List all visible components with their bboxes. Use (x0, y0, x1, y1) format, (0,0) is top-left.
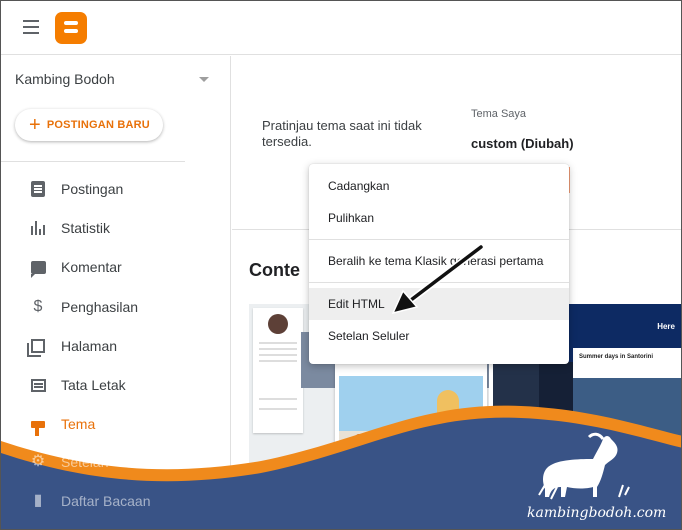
pages-icon (27, 337, 47, 357)
thumbnail-header-text: Here (657, 322, 675, 331)
sidebar-item-setelan[interactable]: ⚙ Setelan (29, 453, 229, 471)
my-theme-label: Tema Saya (471, 108, 527, 120)
sidebar-item-label: Halaman (61, 337, 118, 354)
blog-name: Kambing Bodoh (15, 71, 115, 87)
avatar (268, 314, 288, 334)
bookmark-icon: ▮ (33, 492, 43, 509)
blog-selector[interactable]: Kambing Bodoh (15, 71, 215, 91)
stats-icon (29, 219, 47, 237)
watermark-text: kambingbodoh.com (527, 505, 667, 521)
blogger-logo-icon[interactable] (55, 12, 87, 44)
preview-unavailable-message: Pratinjau tema saat ini tidak tersedia. (262, 118, 422, 149)
menu-item-mobile-settings[interactable]: Setelan Seluler (309, 320, 569, 352)
thumbnail-post-title: Summer days in Santorini (579, 354, 654, 360)
sidebar-item-label: Statistik (61, 219, 111, 236)
annotation-arrow-icon (391, 243, 485, 315)
comment-icon (29, 258, 47, 278)
layout-icon (29, 376, 47, 394)
posts-icon (29, 180, 47, 198)
sidebar-item-komentar[interactable]: Komentar (1, 248, 231, 287)
dollar-icon: $ (33, 297, 43, 315)
sidebar-item-tata-letak[interactable]: Tata Letak (1, 365, 231, 404)
sidebar-item-halaman[interactable]: Halaman (1, 326, 231, 365)
gear-icon: ⚙ (30, 453, 46, 470)
sidebar-item-label: Komentar (61, 259, 122, 276)
sidebar-item-label: Daftar Bacaan (61, 493, 151, 509)
sidebar-item-penghasilan[interactable]: $ Penghasilan (1, 287, 231, 326)
goat-logo-icon (538, 432, 630, 500)
divider (1, 161, 185, 162)
section-title: Conte (249, 260, 300, 280)
top-bar (1, 1, 681, 55)
menu-divider (309, 239, 569, 240)
sidebar-item-daftar-bacaan[interactable]: ▮ Daftar Bacaan (29, 492, 229, 510)
menu-item-pulihkan[interactable]: Pulihkan (309, 202, 569, 234)
app-window: Kambing Bodoh + POSTINGAN BARU Postingan… (0, 0, 682, 530)
new-post-label: POSTINGAN BARU (46, 119, 150, 131)
caret-down-icon (199, 77, 209, 82)
new-post-button[interactable]: + POSTINGAN BARU (15, 109, 163, 141)
plus-icon: + (29, 114, 41, 136)
sidebar-item-label: Postingan (61, 180, 124, 197)
sidebar-item-postingan[interactable]: Postingan (1, 169, 231, 208)
sidebar-item-statistik[interactable]: Statistik (1, 208, 231, 247)
sidebar-item-label: Tata Letak (61, 377, 126, 394)
hamburger-menu-icon[interactable] (23, 20, 39, 34)
sidebar-item-label: Setelan (61, 454, 109, 470)
my-theme-value: custom (Diubah) (471, 136, 574, 151)
sidebar-item-label: Penghasilan (61, 298, 139, 315)
menu-item-cadangkan[interactable]: Cadangkan (309, 170, 569, 202)
